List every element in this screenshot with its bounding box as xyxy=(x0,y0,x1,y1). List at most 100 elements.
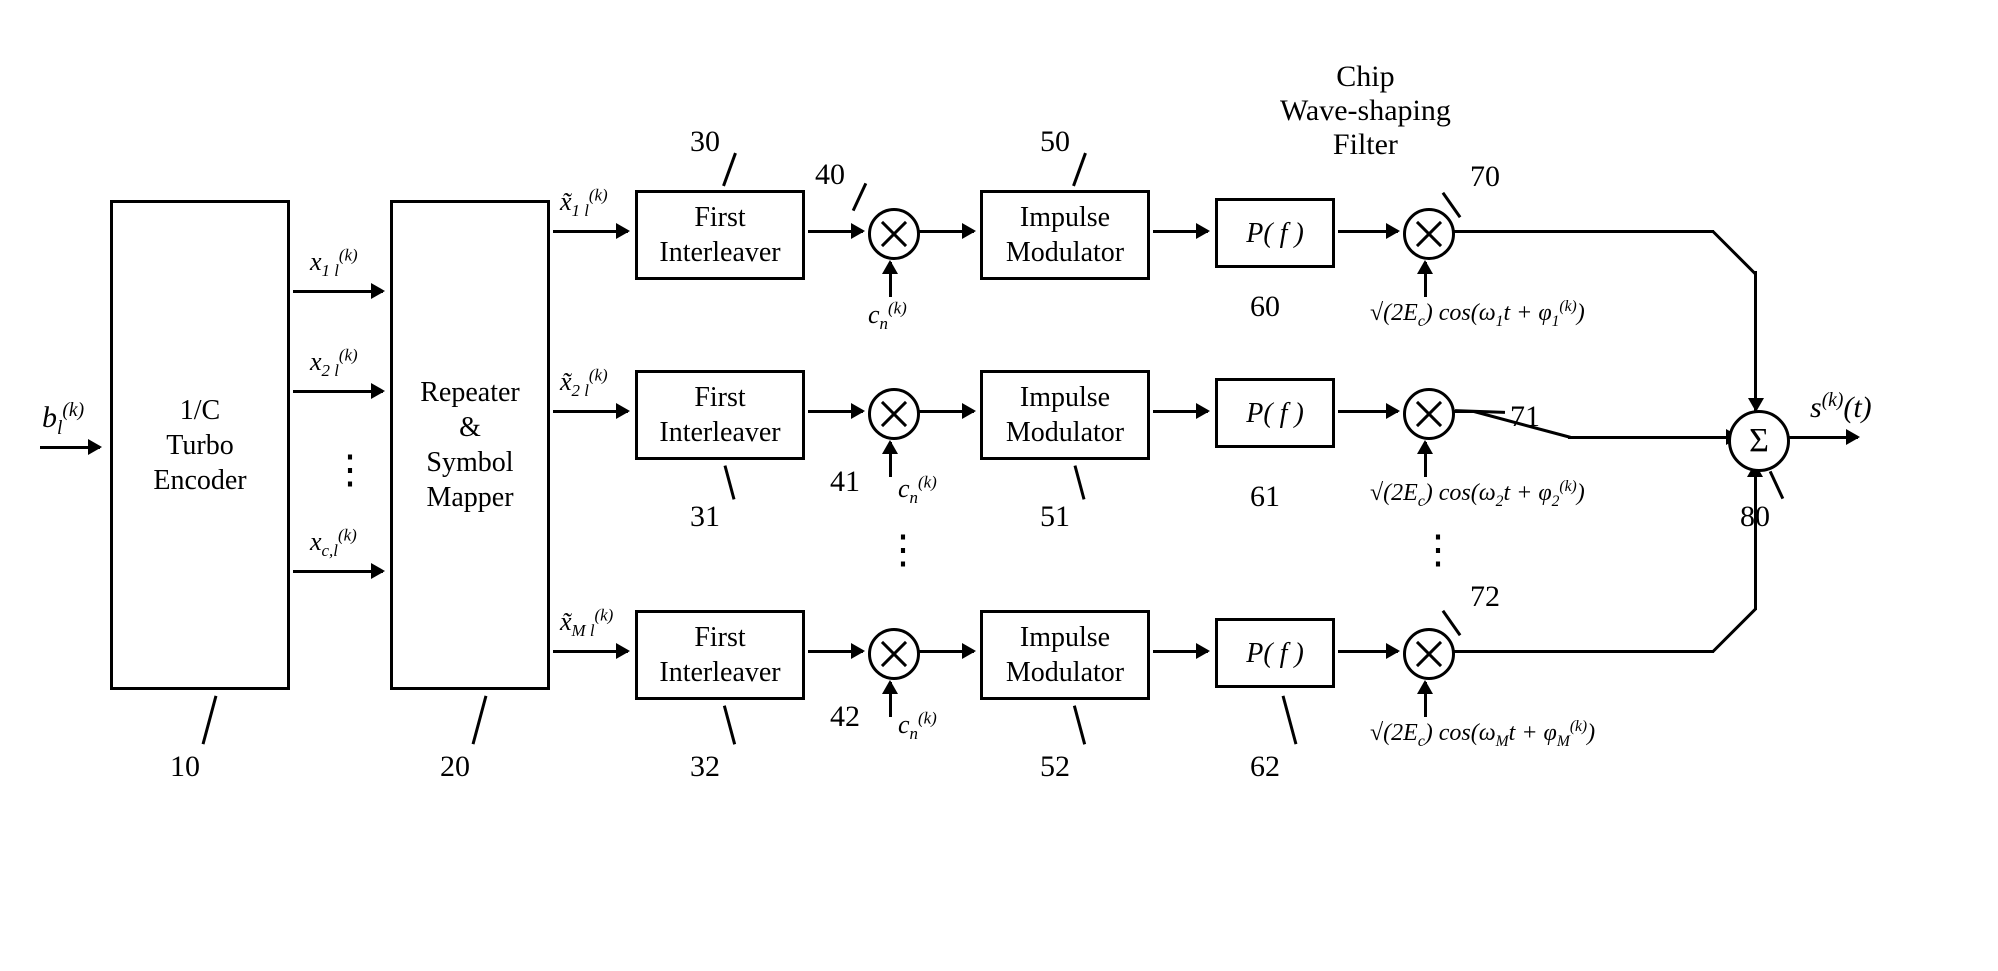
mixer-carrier-M xyxy=(1403,628,1455,680)
filter-title: Chip Wave-shaping Filter xyxy=(1280,60,1451,162)
line-out-1c xyxy=(1754,271,1757,419)
arrow-xtM xyxy=(553,650,628,653)
ref-50: 50 xyxy=(1040,125,1070,159)
arrow-fil-car-1 xyxy=(1338,230,1398,233)
arrow-mult-imp-M xyxy=(919,650,974,653)
interleaver-label-M: First Interleaver xyxy=(659,620,780,690)
label-x1: x1 l(k) xyxy=(310,245,358,281)
arrow-imp-fil-2 xyxy=(1153,410,1208,413)
line-out-2a-pre xyxy=(1454,410,1474,413)
leader-80 xyxy=(1769,471,1784,499)
arrow-carrier-1 xyxy=(1424,262,1427,297)
impulse-label-1: Impulse Modulator xyxy=(1006,200,1124,270)
arrow-xt1 xyxy=(553,230,628,233)
vdots-mixer1: ⋮ xyxy=(883,540,923,560)
ref-42: 42 xyxy=(830,700,860,734)
arrow-fil-car-2 xyxy=(1338,410,1398,413)
filter-M: P( f ) xyxy=(1215,618,1335,688)
ref-30: 30 xyxy=(690,125,720,159)
label-xc: xc,l(k) xyxy=(310,525,357,561)
turbo-encoder-label: 1/C Turbo Encoder xyxy=(153,393,246,498)
leader-20 xyxy=(472,695,488,744)
impulse-label-M: Impulse Modulator xyxy=(1006,620,1124,690)
leader-30 xyxy=(722,153,737,187)
output-label: s(k)(t) xyxy=(1810,390,1872,425)
label-x2: x2 l(k) xyxy=(310,345,358,381)
arrow-mult-imp-2 xyxy=(919,410,974,413)
leader-72 xyxy=(1442,610,1462,636)
line-out-1b xyxy=(1712,230,1757,275)
line-out-Mc xyxy=(1754,465,1757,610)
interleaver-1: First Interleaver xyxy=(635,190,805,280)
impulse-label-2: Impulse Modulator xyxy=(1006,380,1124,450)
arrow-output xyxy=(1788,436,1858,439)
interleaver-label-1: First Interleaver xyxy=(659,200,780,270)
filter-2: P( f ) xyxy=(1215,378,1335,448)
input-signal-label: bl(k) xyxy=(42,400,84,440)
ref-20: 20 xyxy=(440,750,470,784)
filter-1: P( f ) xyxy=(1215,198,1335,268)
code-label-M: cn(k) xyxy=(898,708,937,744)
arrow-int-mult-1 xyxy=(808,230,863,233)
arrow-mult-imp-1 xyxy=(919,230,974,233)
repeater-mapper: Repeater & Symbol Mapper xyxy=(390,200,550,690)
ref-61: 61 xyxy=(1250,480,1280,514)
line-out-2a xyxy=(1568,436,1723,439)
filter-label-2: P( f ) xyxy=(1246,396,1304,431)
mixer-code-2 xyxy=(868,388,920,440)
leader-52 xyxy=(1073,705,1086,744)
ref-40: 40 xyxy=(815,158,845,192)
vdots-encoder-out: ⋮ xyxy=(330,460,370,480)
carrier-label-1: √(2Ec) cos(ω1t + φ1(k)) xyxy=(1370,298,1585,331)
vdots-mixer2: ⋮ xyxy=(1418,540,1458,560)
arrow-x1 xyxy=(293,290,383,293)
filter-label-M: P( f ) xyxy=(1246,636,1304,671)
turbo-encoder: 1/C Turbo Encoder xyxy=(110,200,290,690)
mixer-code-1 xyxy=(868,208,920,260)
leader-50 xyxy=(1072,153,1087,187)
arrow-code-2 xyxy=(889,442,892,477)
ref-72: 72 xyxy=(1470,580,1500,614)
ref-10: 10 xyxy=(170,750,200,784)
arrow-x2 xyxy=(293,390,383,393)
ref-31: 31 xyxy=(690,500,720,534)
line-out-Mb xyxy=(1712,608,1757,653)
impulse-mod-2: Impulse Modulator xyxy=(980,370,1150,460)
summer: Σ xyxy=(1728,410,1790,472)
ref-41: 41 xyxy=(830,465,860,499)
mixer-carrier-2 xyxy=(1403,388,1455,440)
impulse-mod-M: Impulse Modulator xyxy=(980,610,1150,700)
arrow-input xyxy=(40,446,100,449)
ref-62: 62 xyxy=(1250,750,1280,784)
label-xt1: x̃1 l(k) xyxy=(560,185,608,221)
impulse-mod-1: Impulse Modulator xyxy=(980,190,1150,280)
arrow-int-mult-M xyxy=(808,650,863,653)
leader-62 xyxy=(1282,695,1298,744)
arrow-xc xyxy=(293,570,383,573)
mixer-carrier-1 xyxy=(1403,208,1455,260)
carrier-label-2: √(2Ec) cos(ω2t + φ2(k)) xyxy=(1370,478,1585,511)
label-xt2: x̃2 l(k) xyxy=(560,365,608,401)
leader-10 xyxy=(202,695,218,744)
line-out-1a xyxy=(1454,230,1714,233)
ref-80: 80 xyxy=(1740,500,1770,534)
arrow-code-1 xyxy=(889,262,892,297)
ref-32: 32 xyxy=(690,750,720,784)
label-xtM: x̃M l(k) xyxy=(560,605,613,641)
code-label-1: cn(k) xyxy=(868,298,907,334)
filter-label-1: P( f ) xyxy=(1246,216,1304,251)
code-label-2: cn(k) xyxy=(898,472,937,508)
ref-60: 60 xyxy=(1250,290,1280,324)
arrow-int-mult-2 xyxy=(808,410,863,413)
arrow-imp-fil-1 xyxy=(1153,230,1208,233)
ref-52: 52 xyxy=(1040,750,1070,784)
ref-70: 70 xyxy=(1470,160,1500,194)
arrow-carrier-2 xyxy=(1424,442,1427,477)
arrow-xt2 xyxy=(553,410,628,413)
interleaver-2: First Interleaver xyxy=(635,370,805,460)
block-diagram: bl(k) 1/C Turbo Encoder 10 x1 l(k) x2 l(… xyxy=(40,40,1940,920)
interleaver-label-2: First Interleaver xyxy=(659,380,780,450)
interleaver-M: First Interleaver xyxy=(635,610,805,700)
leader-32 xyxy=(723,705,736,744)
leader-40 xyxy=(852,183,867,211)
